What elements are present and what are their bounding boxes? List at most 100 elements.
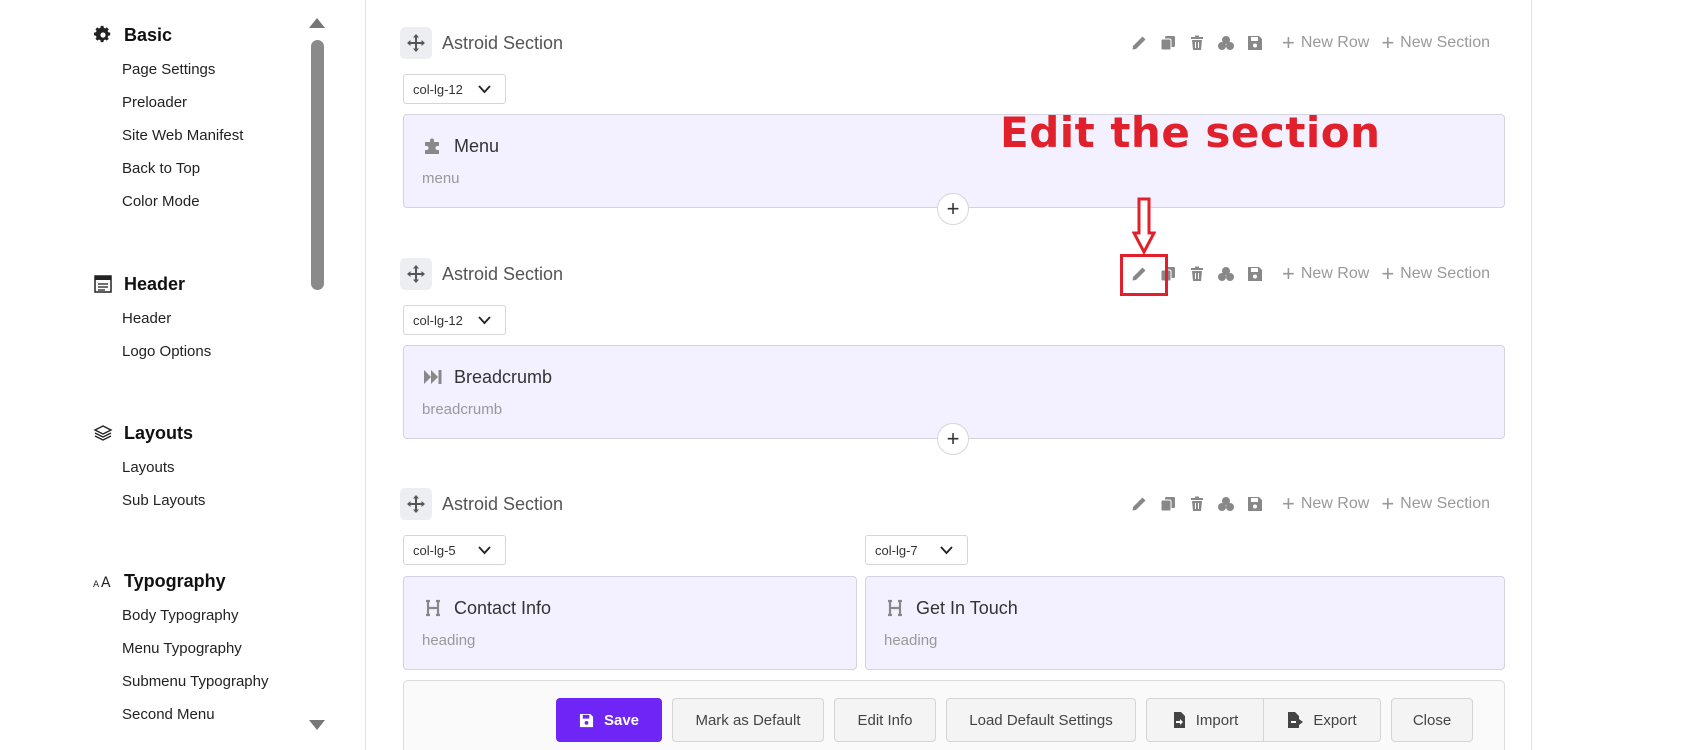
edit-info-label: Edit Info <box>857 711 913 729</box>
puzzle-icon <box>422 135 444 157</box>
section-title: Astroid Section <box>442 263 564 284</box>
sidebar-item-header[interactable]: Header <box>92 302 211 335</box>
chevron-down-icon <box>478 85 491 94</box>
sidebar-item-site-web-manifest[interactable]: Site Web Manifest <box>92 119 243 152</box>
section-settings-button[interactable] <box>1212 258 1241 290</box>
mark-as-default-button[interactable]: Mark as Default <box>672 698 824 742</box>
plus-icon: + <box>1281 30 1295 55</box>
save-section-button[interactable] <box>1241 488 1270 520</box>
column-size-select[interactable]: col-lg-7 <box>865 535 968 565</box>
plus-icon: + <box>1381 261 1395 286</box>
trash-icon <box>1191 266 1204 281</box>
sidebar-item-color-mode[interactable]: Color Mode <box>92 185 243 218</box>
sidebar-group-header[interactable]: Layouts <box>92 420 205 446</box>
layout-builder-screen: Basic Page Settings Preloader Site Web M… <box>0 0 1692 750</box>
svg-text:A: A <box>101 575 111 590</box>
font-size-icon: AA <box>92 570 114 592</box>
section-settings-button[interactable] <box>1212 27 1241 59</box>
copy-icon <box>1160 497 1176 512</box>
sidebar-group-basic: Basic Page Settings Preloader Site Web M… <box>92 22 243 218</box>
sidebar-item-back-to-top[interactable]: Back to Top <box>92 152 243 185</box>
save-section-button[interactable] <box>1241 27 1270 59</box>
mark-as-default-label: Mark as Default <box>695 711 801 729</box>
export-button[interactable]: Export <box>1263 698 1381 742</box>
load-default-label: Load Default Settings <box>969 711 1113 729</box>
duplicate-section-button[interactable] <box>1154 488 1183 520</box>
delete-section-button[interactable] <box>1183 258 1212 290</box>
column-size-value: col-lg-7 <box>875 542 918 558</box>
column-size-value: col-lg-5 <box>413 542 456 558</box>
floppy-icon <box>579 713 594 728</box>
pencil-icon <box>1132 497 1146 511</box>
new-section-button[interactable]: + New Section <box>1381 493 1490 515</box>
sidebar-scrollbar[interactable] <box>306 14 328 734</box>
sidebar-group-header[interactable]: Header <box>92 271 211 297</box>
new-row-label: New Row <box>1300 34 1370 51</box>
sidebar-group-title: Header <box>124 273 186 294</box>
new-row-button[interactable]: + New Row <box>1282 493 1369 515</box>
sidebar-item-second-menu[interactable]: Second Menu <box>92 698 269 731</box>
element-block[interactable]: Get In Touch heading <box>865 576 1505 670</box>
edit-info-button[interactable]: Edit Info <box>834 698 936 742</box>
edit-section-button[interactable] <box>1125 488 1154 520</box>
sidebar-group-header[interactable]: AA Typography <box>92 568 269 594</box>
sidebar-item-sub-layouts[interactable]: Sub Layouts <box>92 484 205 517</box>
sidebar-group-typography: AA Typography Body Typography Menu Typog… <box>92 568 269 731</box>
import-button[interactable]: Import <box>1146 698 1264 742</box>
column-size-select[interactable]: col-lg-12 <box>403 74 506 104</box>
move-icon <box>407 265 425 283</box>
save-button[interactable]: Save <box>556 698 662 742</box>
delete-section-button[interactable] <box>1183 27 1212 59</box>
element-title: Contact Info <box>454 597 552 618</box>
sidebar-item-body-typography[interactable]: Body Typography <box>92 599 269 632</box>
plus-icon: + <box>946 196 960 221</box>
sidebar-group-header[interactable]: Basic <box>92 22 243 48</box>
load-default-settings-button[interactable]: Load Default Settings <box>946 698 1136 742</box>
column-size-value: col-lg-12 <box>413 312 463 328</box>
move-handle[interactable] <box>400 258 432 290</box>
sidebar-item-logo-options[interactable]: Logo Options <box>92 335 211 368</box>
add-element-button[interactable]: + <box>937 193 969 225</box>
element-title: Menu <box>454 135 500 156</box>
sidebar-item-layouts[interactable]: Layouts <box>92 451 205 484</box>
import-label: Import <box>1195 711 1239 729</box>
scrollbar-thumb[interactable] <box>311 40 324 290</box>
export-label: Export <box>1313 711 1357 729</box>
add-element-button[interactable]: + <box>937 423 969 455</box>
plus-icon: + <box>1381 491 1395 516</box>
move-handle[interactable] <box>400 27 432 59</box>
chevron-down-icon <box>940 546 953 555</box>
layers-icon <box>92 422 114 444</box>
move-icon <box>407 495 425 513</box>
element-title: Get In Touch <box>916 597 1018 618</box>
column-size-select[interactable]: col-lg-5 <box>403 535 506 565</box>
move-handle[interactable] <box>400 488 432 520</box>
cubes-icon <box>1218 497 1235 511</box>
new-row-button[interactable]: + New Row <box>1282 32 1369 54</box>
new-section-button[interactable]: + New Section <box>1381 263 1490 285</box>
section-toolbar: + New Row + New Section <box>1125 27 1490 59</box>
new-section-button[interactable]: + New Section <box>1381 32 1490 54</box>
floppy-icon <box>1248 267 1263 281</box>
close-button[interactable]: Close <box>1391 698 1473 742</box>
header-icon <box>92 273 114 295</box>
new-row-button[interactable]: + New Row <box>1282 263 1369 285</box>
duplicate-section-button[interactable] <box>1154 27 1183 59</box>
sidebar-item-page-settings[interactable]: Page Settings <box>92 53 243 86</box>
save-section-button[interactable] <box>1241 258 1270 290</box>
sidebar-item-menu-typography[interactable]: Menu Typography <box>92 632 269 665</box>
delete-section-button[interactable] <box>1183 488 1212 520</box>
sidebar-group-layouts: Layouts Layouts Sub Layouts <box>92 420 205 517</box>
section-settings-button[interactable] <box>1212 488 1241 520</box>
scroll-up-icon[interactable] <box>309 18 325 28</box>
column-size-select[interactable]: col-lg-12 <box>403 305 506 335</box>
annotation-label: Edit the section <box>1000 108 1381 157</box>
sidebar-item-submenu-typography[interactable]: Submenu Typography <box>92 665 269 698</box>
element-block[interactable]: Contact Info heading <box>403 576 857 670</box>
sidebar-group-title: Basic <box>124 24 173 45</box>
forward-step-icon <box>422 366 444 388</box>
column-size-value: col-lg-12 <box>413 81 463 97</box>
sidebar-item-preloader[interactable]: Preloader <box>92 86 243 119</box>
scroll-down-icon[interactable] <box>309 720 325 730</box>
edit-section-button[interactable] <box>1125 27 1154 59</box>
